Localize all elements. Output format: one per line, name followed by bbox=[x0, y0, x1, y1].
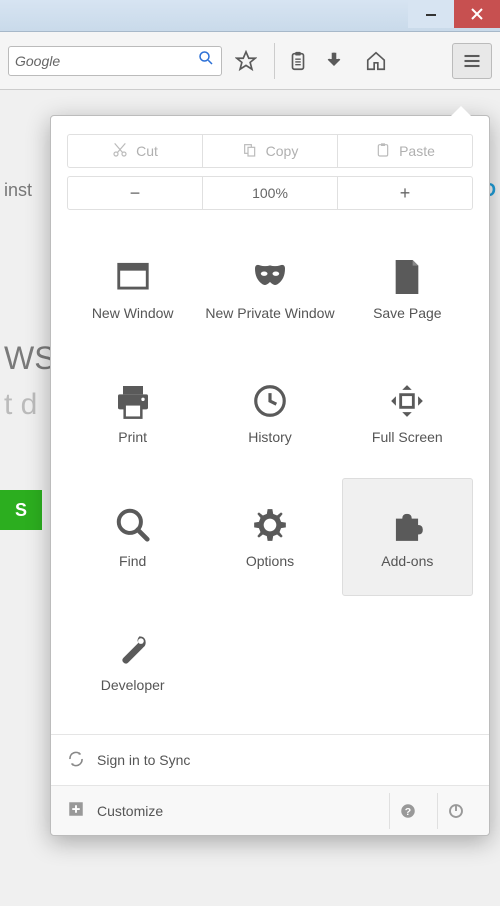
search-box[interactable] bbox=[8, 46, 222, 76]
printer-icon bbox=[113, 381, 153, 421]
history-button[interactable]: History bbox=[204, 354, 335, 472]
quit-button[interactable] bbox=[437, 793, 473, 829]
paste-button[interactable]: Paste bbox=[338, 135, 472, 167]
sync-button[interactable]: Sign in to Sync bbox=[51, 735, 489, 785]
developer-label: Developer bbox=[101, 677, 165, 694]
clock-icon bbox=[250, 381, 290, 421]
magnifier-icon bbox=[113, 505, 153, 545]
developer-button[interactable]: Developer bbox=[67, 602, 198, 720]
find-button[interactable]: Find bbox=[67, 478, 198, 596]
plus-box-icon bbox=[67, 800, 85, 821]
options-label: Options bbox=[246, 553, 294, 570]
copy-icon bbox=[242, 142, 258, 161]
paste-icon bbox=[375, 142, 391, 161]
cut-label: Cut bbox=[136, 143, 158, 159]
new-window-label: New Window bbox=[92, 305, 174, 322]
sync-label: Sign in to Sync bbox=[97, 752, 190, 768]
browser-toolbar bbox=[0, 32, 500, 90]
copy-label: Copy bbox=[266, 143, 299, 159]
hamburger-menu-panel: Cut Copy Paste − 100% + New Window bbox=[50, 115, 490, 836]
new-window-button[interactable]: New Window bbox=[67, 230, 198, 348]
save-page-button[interactable]: Save Page bbox=[342, 230, 473, 348]
zoom-out-button[interactable]: − bbox=[68, 177, 203, 209]
search-input[interactable] bbox=[15, 53, 197, 69]
save-page-label: Save Page bbox=[373, 305, 442, 322]
page-icon bbox=[387, 257, 427, 297]
fullscreen-icon bbox=[387, 381, 427, 421]
print-button[interactable]: Print bbox=[67, 354, 198, 472]
bg-button: S bbox=[0, 490, 42, 530]
wrench-icon bbox=[113, 629, 153, 669]
scissors-icon bbox=[112, 142, 128, 161]
customize-button[interactable]: Customize bbox=[97, 803, 163, 819]
addons-button[interactable]: Add-ons bbox=[342, 478, 473, 596]
full-screen-button[interactable]: Full Screen bbox=[342, 354, 473, 472]
new-private-window-label: New Private Window bbox=[205, 305, 334, 322]
puzzle-icon bbox=[387, 505, 427, 545]
zoom-row: − 100% + bbox=[67, 176, 473, 210]
mask-icon bbox=[250, 257, 290, 297]
menu-footer: Sign in to Sync Customize ? bbox=[51, 734, 489, 835]
print-label: Print bbox=[118, 429, 147, 446]
bookmark-star-icon[interactable] bbox=[228, 43, 264, 79]
paste-label: Paste bbox=[399, 143, 435, 159]
zoom-in-button[interactable]: + bbox=[338, 177, 472, 209]
full-screen-label: Full Screen bbox=[372, 429, 443, 446]
menu-button[interactable] bbox=[452, 43, 492, 79]
edit-row: Cut Copy Paste bbox=[67, 134, 473, 168]
minimize-button[interactable] bbox=[408, 0, 454, 28]
bg-text: WS bbox=[4, 340, 56, 377]
help-button[interactable]: ? bbox=[389, 793, 425, 829]
downloads-icon[interactable] bbox=[316, 43, 352, 79]
zoom-level: 100% bbox=[203, 177, 338, 209]
find-label: Find bbox=[119, 553, 146, 570]
customize-row: Customize ? bbox=[51, 785, 489, 835]
window-icon bbox=[113, 257, 153, 297]
window-titlebar bbox=[0, 0, 500, 32]
cut-button[interactable]: Cut bbox=[68, 135, 203, 167]
history-label: History bbox=[248, 429, 292, 446]
clipboard-icon[interactable] bbox=[274, 43, 310, 79]
svg-text:?: ? bbox=[404, 805, 410, 817]
new-private-window-button[interactable]: New Private Window bbox=[204, 230, 335, 348]
menu-grid: New Window New Private Window Save Page … bbox=[67, 230, 473, 720]
sync-icon bbox=[67, 750, 85, 771]
bg-text: inst bbox=[4, 180, 32, 201]
copy-button[interactable]: Copy bbox=[203, 135, 338, 167]
addons-label: Add-ons bbox=[381, 553, 433, 570]
options-button[interactable]: Options bbox=[204, 478, 335, 596]
bg-text: t d bbox=[4, 388, 37, 422]
gear-icon bbox=[250, 505, 290, 545]
home-icon[interactable] bbox=[358, 43, 394, 79]
close-button[interactable] bbox=[454, 0, 500, 28]
search-icon[interactable] bbox=[197, 49, 215, 72]
